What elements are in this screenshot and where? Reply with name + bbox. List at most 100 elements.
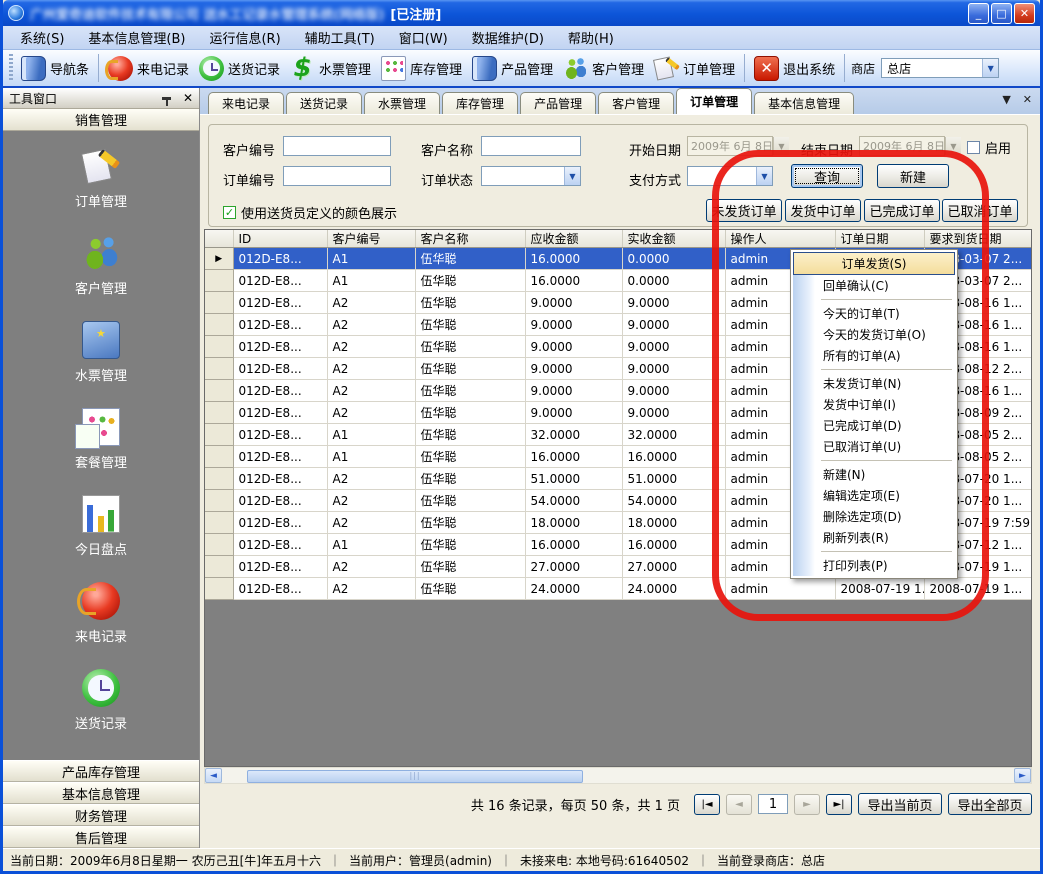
- toolbar-delivery-records[interactable]: 送货记录: [194, 54, 285, 83]
- tab-water-ticket[interactable]: 水票管理: [364, 92, 440, 114]
- menu-data-maintain[interactable]: 数据维护(D): [461, 25, 555, 50]
- tab-customer[interactable]: 客户管理: [598, 92, 674, 114]
- column-header-3[interactable]: 应收金额: [525, 230, 622, 248]
- row-selector-cell[interactable]: [205, 402, 233, 424]
- toolbar-order[interactable]: 订单管理: [649, 54, 740, 83]
- ctx-refresh-list[interactable]: 刷新列表(R): [793, 527, 955, 548]
- sidebar-close-icon[interactable]: ✕: [183, 92, 193, 104]
- customer-no-input[interactable]: [283, 136, 391, 156]
- customer-name-input[interactable]: [481, 136, 581, 156]
- tab-close-icon[interactable]: ✕: [1023, 94, 1032, 105]
- column-header-2[interactable]: 客户名称: [415, 230, 525, 248]
- scroll-left-icon[interactable]: ◄: [205, 768, 222, 783]
- first-page-button[interactable]: |◄: [694, 794, 720, 815]
- sidebar-item-water-ticket[interactable]: 水票管理: [75, 321, 127, 384]
- row-selector-cell[interactable]: [205, 446, 233, 468]
- close-button[interactable]: ✕: [1014, 3, 1035, 24]
- row-selector-cell[interactable]: [205, 512, 233, 534]
- sidebar-section-sales[interactable]: 销售管理: [3, 109, 199, 131]
- row-selector-cell[interactable]: [205, 358, 233, 380]
- chevron-down-icon[interactable]: ▼: [982, 59, 998, 77]
- ctx-delete-selected[interactable]: 删除选定项(D): [793, 506, 955, 527]
- row-selector-cell[interactable]: [205, 424, 233, 446]
- sidebar-item-package[interactable]: 套餐管理: [75, 408, 127, 471]
- ctx-cancelled-orders[interactable]: 已取消订单(U): [793, 436, 955, 457]
- column-header-5[interactable]: 操作人: [725, 230, 835, 248]
- row-selector-cell[interactable]: [205, 292, 233, 314]
- query-button[interactable]: 查询: [791, 164, 863, 188]
- toolbar-inventory[interactable]: 库存管理: [376, 54, 467, 83]
- ctx-unshipped-orders[interactable]: 未发货订单(N): [793, 373, 955, 394]
- pay-method-select[interactable]: ▼: [687, 166, 773, 186]
- sidebar-item-order[interactable]: 订单管理: [75, 147, 127, 210]
- tab-order[interactable]: 订单管理: [676, 88, 752, 114]
- row-selector-cell[interactable]: ▶: [205, 248, 233, 270]
- tab-inventory[interactable]: 库存管理: [442, 92, 518, 114]
- start-date-picker[interactable]: 2009年 6月 8日 ▼: [687, 136, 773, 156]
- scrollbar-thumb[interactable]: [247, 770, 583, 783]
- end-date-picker[interactable]: 2009年 6月 8日 ▼: [859, 136, 945, 156]
- toolbar-customer[interactable]: 客户管理: [558, 54, 649, 83]
- horizontal-scrollbar[interactable]: ◄ ►: [204, 767, 1032, 784]
- completed-orders-button[interactable]: 已完成订单: [864, 199, 940, 222]
- sidebar-item-customer[interactable]: 客户管理: [75, 234, 127, 297]
- tab-delivery-records[interactable]: 送货记录: [286, 92, 362, 114]
- sidebar-section-after-sale[interactable]: 售后管理: [3, 826, 199, 848]
- toolbar-grip[interactable]: [9, 54, 13, 82]
- ctx-confirm-receipt[interactable]: 回单确认(C): [793, 275, 955, 296]
- maximize-button[interactable]: □: [991, 3, 1012, 24]
- ctx-today-orders[interactable]: 今天的订单(T): [793, 303, 955, 324]
- unshipped-orders-button[interactable]: 未发货订单: [706, 199, 782, 222]
- chevron-down-icon[interactable]: ▼: [773, 137, 789, 155]
- tab-product[interactable]: 产品管理: [520, 92, 596, 114]
- column-header-1[interactable]: 客户编号: [327, 230, 415, 248]
- sidebar-section-product-inventory[interactable]: 产品库存管理: [3, 760, 199, 782]
- ctx-completed-orders[interactable]: 已完成订单(D): [793, 415, 955, 436]
- shop-combobox[interactable]: 总店 ▼: [881, 58, 999, 78]
- tab-basic-info[interactable]: 基本信息管理: [754, 92, 854, 114]
- next-page-button[interactable]: ►: [794, 794, 820, 815]
- menu-window[interactable]: 窗口(W): [388, 25, 459, 50]
- toolbar-exit[interactable]: 退出系统: [749, 54, 840, 83]
- sidebar-section-basic-info[interactable]: 基本信息管理: [3, 782, 199, 804]
- enable-checkbox[interactable]: [967, 141, 980, 154]
- toolbar-product[interactable]: 产品管理: [467, 54, 558, 83]
- ctx-edit-selected[interactable]: 编辑选定项(E): [793, 485, 955, 506]
- toolbar-water-ticket[interactable]: 水票管理: [285, 54, 376, 83]
- tab-call-records[interactable]: 来电记录: [208, 92, 284, 114]
- order-no-input[interactable]: [283, 166, 391, 186]
- column-header-7[interactable]: 要求到货日期: [924, 230, 1031, 248]
- toolbar-navbar[interactable]: 导航条: [16, 54, 94, 83]
- last-page-button[interactable]: ►|: [826, 794, 852, 815]
- row-selector-cell[interactable]: [205, 314, 233, 336]
- chevron-down-icon[interactable]: ▼: [945, 137, 961, 155]
- menu-system[interactable]: 系统(S): [9, 25, 75, 50]
- export-all-pages-button[interactable]: 导出全部页: [948, 793, 1032, 815]
- chevron-down-icon[interactable]: ▼: [756, 167, 772, 185]
- page-number-input[interactable]: 1: [758, 794, 788, 814]
- prev-page-button[interactable]: ◄: [726, 794, 752, 815]
- column-header-0[interactable]: ID: [233, 230, 327, 248]
- row-selector-cell[interactable]: [205, 336, 233, 358]
- ctx-all-orders[interactable]: 所有的订单(A): [793, 345, 955, 366]
- shipping-orders-button[interactable]: 发货中订单: [785, 199, 861, 222]
- menu-help[interactable]: 帮助(H): [557, 25, 625, 50]
- row-selector-cell[interactable]: [205, 534, 233, 556]
- toolbar-call-records[interactable]: 来电记录: [103, 54, 194, 83]
- pin-icon[interactable]: [162, 97, 171, 100]
- ctx-print-list[interactable]: 打印列表(P): [793, 555, 955, 576]
- minimize-button[interactable]: _: [968, 3, 989, 24]
- row-selector-cell[interactable]: [205, 380, 233, 402]
- sidebar-item-today-check[interactable]: 今日盘点: [75, 495, 127, 558]
- ctx-ship-order[interactable]: 订单发货(S): [793, 252, 955, 275]
- color-checkbox[interactable]: ✓: [223, 206, 236, 219]
- column-header-4[interactable]: 实收金额: [622, 230, 725, 248]
- sidebar-section-finance[interactable]: 财务管理: [3, 804, 199, 826]
- table-row[interactable]: 012D-E8...A2伍华聪24.000024.0000admin2008-0…: [205, 578, 1031, 600]
- chevron-down-icon[interactable]: ▼: [564, 167, 580, 185]
- export-current-page-button[interactable]: 导出当前页: [858, 793, 942, 815]
- new-button[interactable]: 新建: [877, 164, 949, 188]
- sidebar-item-delivery-records[interactable]: 送货记录: [75, 669, 127, 732]
- menu-basic-info[interactable]: 基本信息管理(B): [77, 25, 196, 50]
- tab-dropdown-icon[interactable]: ▼: [1002, 94, 1010, 105]
